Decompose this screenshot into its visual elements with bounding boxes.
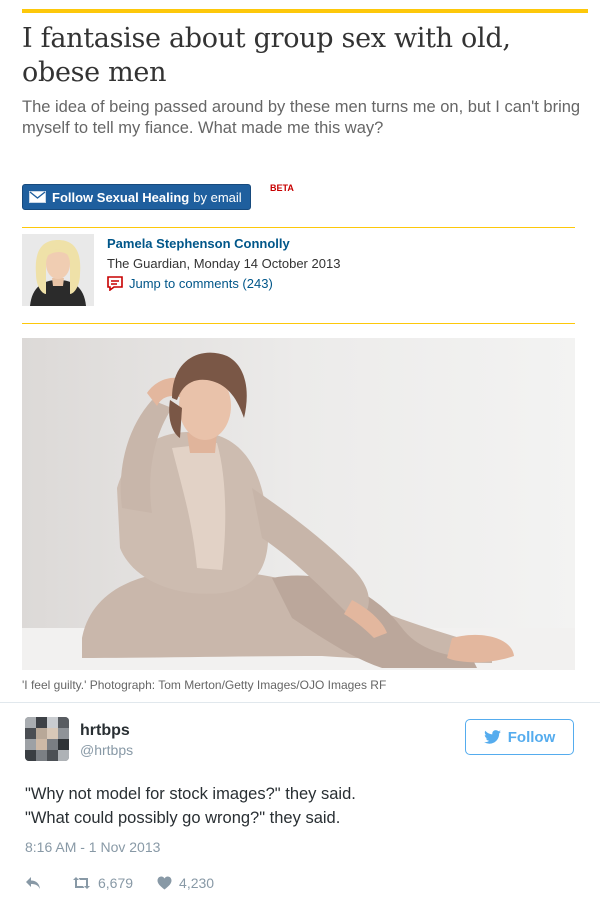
twitter-follow-button[interactable]: Follow — [465, 719, 574, 755]
comments-link-label: Jump to comments (243) — [129, 276, 273, 291]
retweet-icon — [73, 877, 90, 889]
follow-button-sublabel: by email — [193, 189, 242, 205]
heart-icon — [157, 876, 172, 890]
tweet-line: "Why not model for stock images?" they s… — [25, 785, 356, 803]
like-action[interactable]: 4,230 — [157, 875, 214, 891]
tweet-display-name[interactable]: hrtbps — [80, 722, 130, 740]
byline-top-rule — [22, 227, 575, 228]
photo-caption: 'I feel guilty.' Photograph: Tom Merton/… — [22, 678, 387, 692]
tweet-actions: 6,679 4,230 — [25, 874, 238, 892]
follow-label: Follow — [507, 728, 556, 746]
follow-button-label: Follow Sexual Healing — [52, 189, 190, 205]
tweet-line: "What could possibly go wrong?" they sai… — [25, 809, 341, 827]
twitter-bird-icon — [483, 730, 501, 744]
reply-action[interactable] — [25, 876, 48, 890]
article-dateline: The Guardian, Monday 14 October 2013 — [107, 256, 341, 271]
tweet-handle[interactable]: @hrtbps — [80, 742, 133, 758]
comment-icon — [107, 276, 123, 291]
article-headline: I fantasise about group sex with old, ob… — [22, 23, 511, 88]
top-accent-rule — [22, 9, 588, 13]
retweet-count: 6,679 — [98, 875, 134, 891]
guardian-article: I fantasise about group sex with old, ob… — [0, 0, 600, 700]
follow-by-email-button[interactable]: Follow Sexual Healing by email — [22, 184, 251, 210]
mail-icon — [29, 191, 46, 203]
retweet-action[interactable]: 6,679 — [72, 875, 133, 891]
jump-to-comments-link[interactable]: Jump to comments (243) — [107, 276, 273, 291]
reply-icon — [26, 877, 40, 889]
tweet-text: "Why not model for stock images?" they s… — [25, 782, 565, 830]
beta-badge: BETA — [270, 183, 294, 193]
tweet-timestamp[interactable]: 8:16 AM - 1 Nov 2013 — [25, 839, 160, 855]
byline-bottom-rule — [22, 323, 575, 324]
tweet-divider — [0, 702, 600, 703]
tweet-avatar[interactable] — [25, 717, 69, 761]
stock-photo-woman — [22, 338, 575, 670]
author-avatar — [22, 234, 94, 306]
article-standfirst: The idea of being passed around by these… — [22, 98, 581, 137]
author-link[interactable]: Pamela Stephenson Connolly — [107, 236, 290, 251]
like-count: 4,230 — [179, 875, 215, 891]
